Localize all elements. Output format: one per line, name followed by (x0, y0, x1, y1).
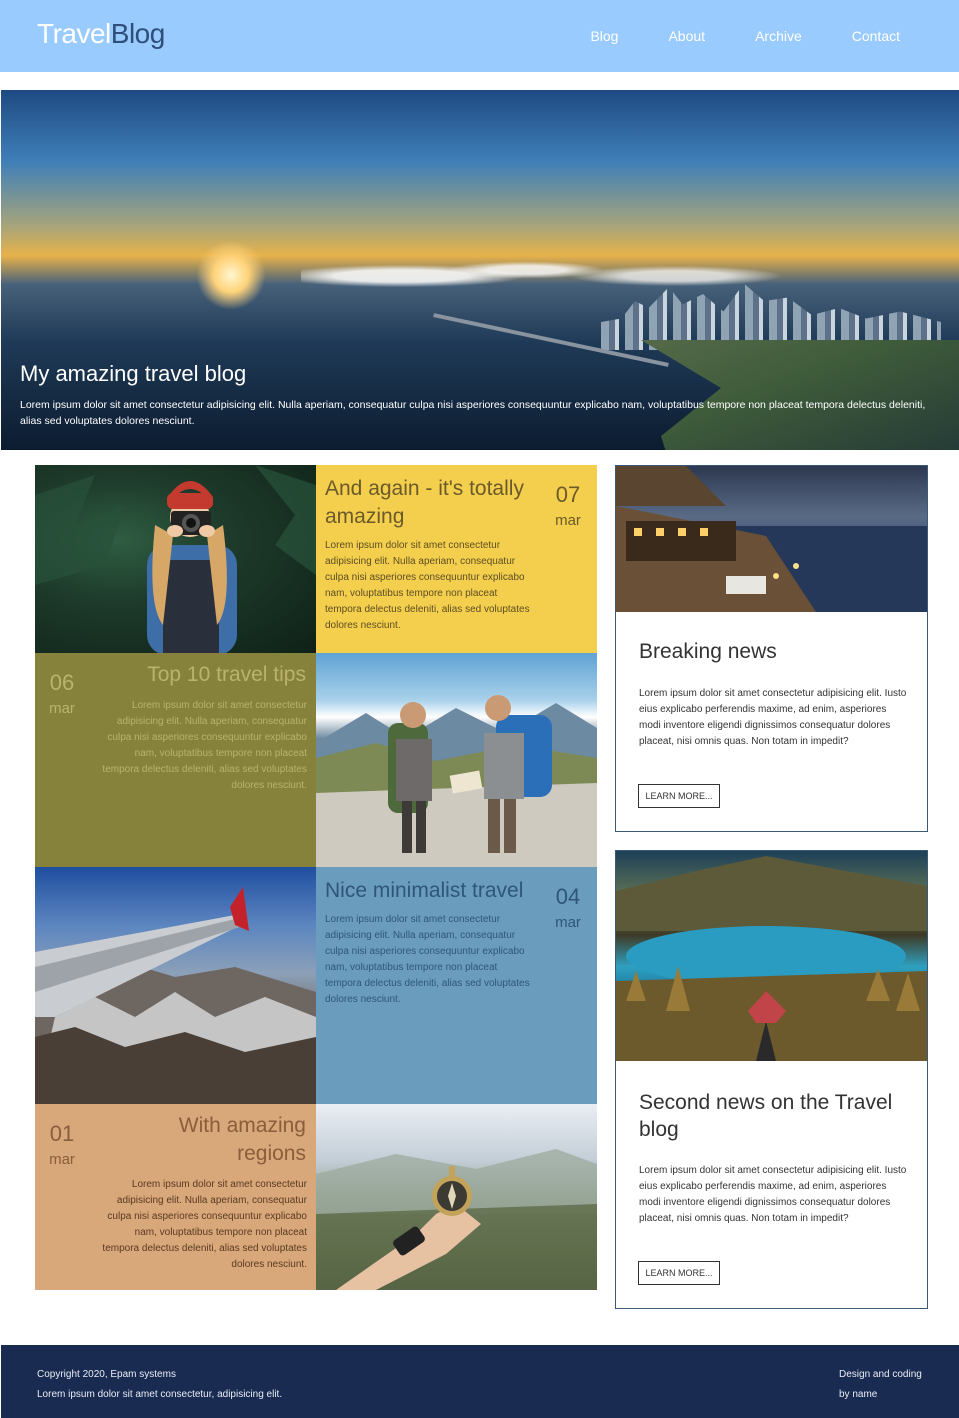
hikers-illustration (316, 695, 597, 867)
post-date: 07 mar (548, 482, 588, 534)
lake-illustration (616, 856, 927, 1061)
post-title[interactable]: And again - it's totally amazing (325, 475, 540, 531)
post-day: 06 (49, 670, 75, 695)
hero-banner: My amazing travel blog Lorem ipsum dolor… (1, 90, 959, 450)
footer-credit-line1: Design and coding (839, 1369, 922, 1380)
logo-part-travel: Travel (37, 18, 111, 49)
post-card-totally-amazing[interactable]: And again - it's totally amazing 07 mar … (316, 465, 597, 653)
nav-item-contact[interactable]: Contact (852, 28, 900, 44)
resort-illustration (616, 466, 927, 612)
news-image-lake[interactable] (616, 851, 927, 1061)
post-title[interactable]: With amazing regions (126, 1112, 306, 1168)
post-date: 01 mar (42, 1121, 82, 1173)
post-card-minimalist-travel[interactable]: Nice minimalist travel 04 mar Lorem ipsu… (316, 867, 597, 1104)
post-title[interactable]: Top 10 travel tips (106, 661, 306, 689)
post-day: 04 (555, 884, 581, 909)
footer-copyright: Copyright 2020, Epam systems (37, 1369, 176, 1380)
news-text: Lorem ipsum dolor sit amet consectetur a… (639, 1165, 907, 1224)
hero-text: Lorem ipsum dolor sit amet consectetur a… (20, 399, 926, 427)
post-excerpt: Lorem ipsum dolor sit amet consectetur a… (325, 540, 530, 631)
post-month: mar (49, 700, 75, 717)
learn-more-button[interactable]: LEARN MORE... (638, 1261, 720, 1285)
site-logo[interactable]: TravelBlog (37, 18, 165, 50)
post-card-travel-tips[interactable]: 06 mar Top 10 travel tips Lorem ipsum do… (35, 653, 316, 867)
post-day: 07 (555, 482, 581, 507)
main-nav: Blog About Archive Contact (540, 28, 900, 44)
post-excerpt: Lorem ipsum dolor sit amet consectetur a… (102, 700, 307, 791)
footer-credit-line2: by name (839, 1389, 878, 1400)
news-text: Lorem ipsum dolor sit amet consectetur a… (639, 688, 907, 747)
hero-sun (196, 240, 266, 310)
nav-item-about[interactable]: About (668, 28, 705, 44)
post-excerpt: Lorem ipsum dolor sit amet consectetur a… (325, 914, 530, 1005)
post-month: mar (555, 512, 581, 529)
airplane-wing-illustration (35, 887, 316, 1104)
news-card-breaking: Breaking news Lorem ipsum dolor sit amet… (615, 465, 928, 832)
post-excerpt: Lorem ipsum dolor sit amet consectetur a… (102, 1179, 307, 1270)
post-title[interactable]: Nice minimalist travel (325, 877, 540, 905)
news-title[interactable]: Second news on the Travel blog (639, 1089, 909, 1143)
site-header: TravelBlog Blog About Archive Contact (0, 0, 959, 72)
post-image-airplane-wing[interactable] (35, 867, 316, 1104)
logo-part-blog: Blog (110, 18, 166, 49)
photographer-illustration (35, 465, 316, 653)
post-card-amazing-regions[interactable]: 01 mar With amazing regions Lorem ipsum … (35, 1104, 316, 1290)
post-date: 04 mar (548, 884, 588, 936)
post-image-compass[interactable] (316, 1104, 597, 1290)
site-footer: Copyright 2020, Epam systems Lorem ipsum… (1, 1345, 959, 1418)
news-title[interactable]: Breaking news (639, 638, 909, 665)
footer-text: Lorem ipsum dolor sit amet consectetur, … (37, 1389, 283, 1400)
post-image-photographer[interactable] (35, 465, 316, 653)
nav-item-archive[interactable]: Archive (755, 28, 802, 44)
hero-title: My amazing travel blog (20, 361, 247, 386)
compass-illustration (316, 1149, 597, 1290)
post-date: 06 mar (42, 670, 82, 722)
news-card-second: Second news on the Travel blog Lorem ips… (615, 850, 928, 1309)
post-month: mar (49, 1151, 75, 1168)
post-day: 01 (49, 1121, 75, 1146)
post-month: mar (555, 914, 581, 931)
hero-clouds (301, 240, 801, 300)
learn-more-button[interactable]: LEARN MORE... (638, 784, 720, 808)
post-image-hikers[interactable] (316, 653, 597, 867)
news-image-resort[interactable] (616, 466, 927, 612)
nav-item-blog[interactable]: Blog (590, 28, 618, 44)
